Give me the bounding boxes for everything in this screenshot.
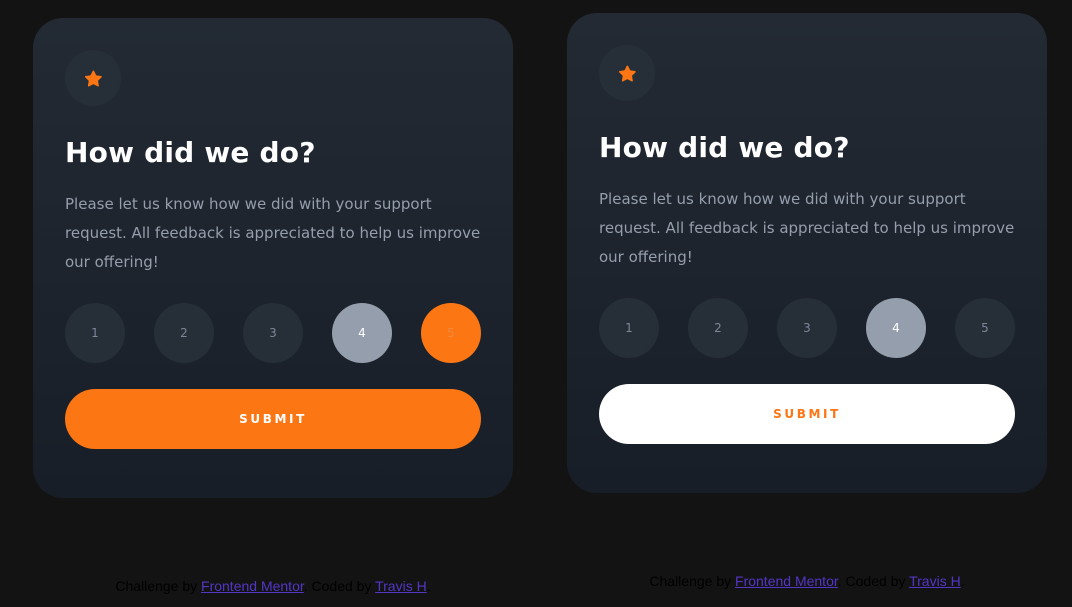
attribution: Challenge by Frontend Mentor. Coded by T… — [33, 578, 513, 594]
rating-options: 1 2 3 4 5 — [65, 302, 481, 363]
submit-button[interactable]: SUBMIT — [599, 383, 1015, 444]
rating-button-3[interactable]: 3 — [243, 302, 303, 363]
author-link[interactable]: Travis H — [909, 573, 961, 589]
attribution-prefix: Challenge by — [115, 578, 202, 594]
rating-panel-right: How did we do? Please let us know how we… — [567, 13, 1047, 493]
rating-button-1[interactable]: 1 — [599, 297, 659, 358]
card-description: Please let us know how we did with your … — [65, 194, 481, 271]
rating-button-4[interactable]: 4 — [866, 297, 926, 358]
rating-button-2[interactable]: 2 — [154, 302, 214, 363]
rating-card: How did we do? Please let us know how we… — [33, 18, 513, 498]
submit-button[interactable]: SUBMIT — [65, 388, 481, 449]
rating-panel-left: How did we do? Please let us know how we… — [33, 18, 513, 498]
attribution-suffix: . — [426, 578, 431, 594]
rating-card: How did we do? Please let us know how we… — [567, 13, 1047, 493]
frontend-mentor-link[interactable]: Frontend Mentor — [201, 578, 304, 594]
rating-button-5[interactable]: 5 — [421, 302, 481, 363]
rating-button-2[interactable]: 2 — [688, 297, 748, 358]
attribution-middle: . Coded by — [837, 573, 910, 589]
star-badge — [599, 45, 655, 101]
attribution: Challenge by Frontend Mentor. Coded by T… — [567, 573, 1047, 589]
rating-options: 1 2 3 4 5 — [599, 297, 1015, 358]
author-link[interactable]: Travis H — [375, 578, 427, 594]
rating-button-5[interactable]: 5 — [955, 297, 1015, 358]
star-badge — [65, 50, 121, 106]
attribution-suffix: . — [960, 573, 965, 589]
rating-button-3[interactable]: 3 — [777, 297, 837, 358]
card-title: How did we do? — [65, 136, 316, 169]
star-icon — [84, 69, 102, 86]
card-title: How did we do? — [599, 131, 850, 164]
star-icon — [618, 64, 636, 81]
attribution-middle: . Coded by — [303, 578, 376, 594]
rating-button-1[interactable]: 1 — [65, 302, 125, 363]
rating-button-4[interactable]: 4 — [332, 302, 392, 363]
attribution-prefix: Challenge by — [649, 573, 736, 589]
card-description: Please let us know how we did with your … — [599, 189, 1015, 266]
frontend-mentor-link[interactable]: Frontend Mentor — [735, 573, 838, 589]
